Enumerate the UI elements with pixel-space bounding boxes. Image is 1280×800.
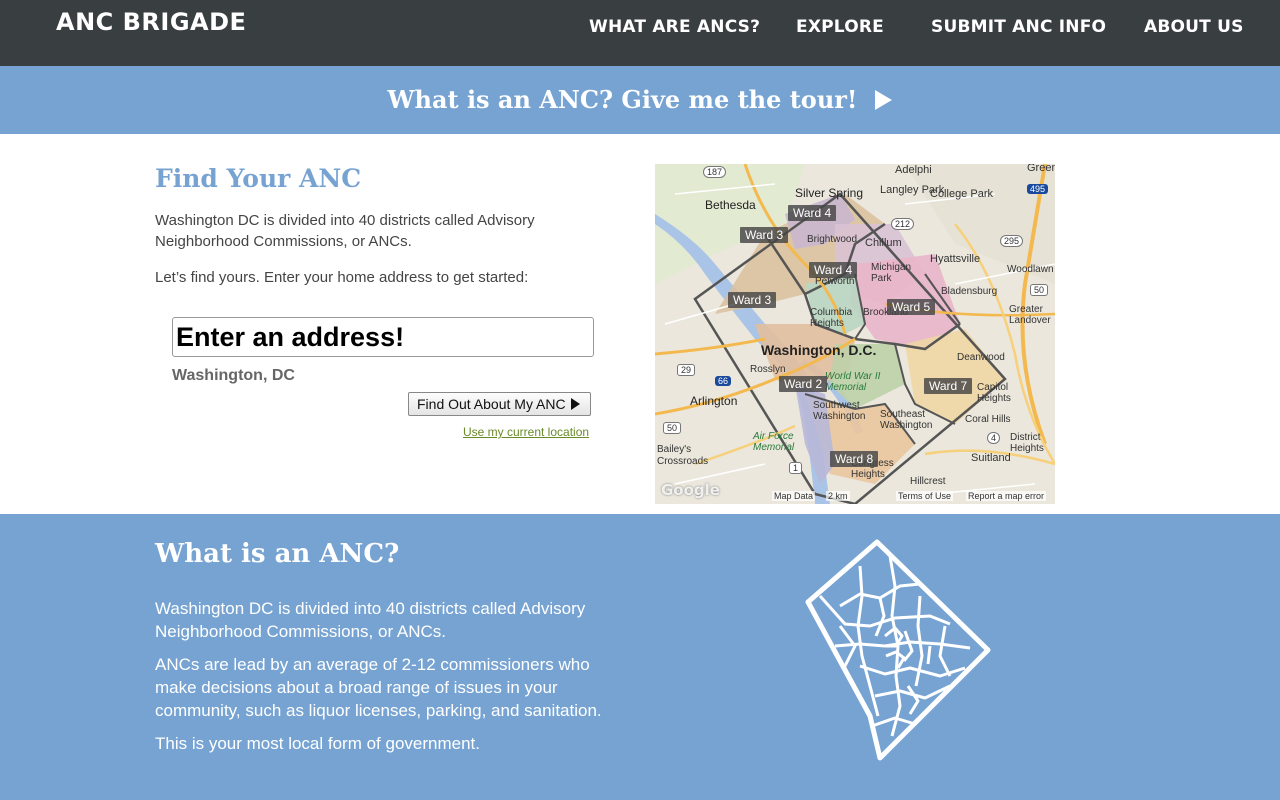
- map-place-label: Hillcrest: [910, 476, 946, 487]
- find-anc-button[interactable]: Find Out About My ANC: [408, 392, 591, 416]
- map-place-label: District Heights: [1010, 432, 1044, 454]
- nav-about-us[interactable]: ABOUT US: [1144, 17, 1244, 37]
- map-place-label: College Park: [930, 188, 993, 200]
- report-error-link[interactable]: Report a map error: [966, 491, 1047, 501]
- nav-what-are-ancs[interactable]: WHAT ARE ANCS?: [589, 17, 760, 37]
- highway-shield: 295: [1000, 235, 1024, 247]
- map-place-label: Rosslyn: [750, 364, 786, 375]
- dc-anc-map-icon: [805, 539, 991, 761]
- ward-label[interactable]: Ward 3: [740, 227, 789, 243]
- highway-shield: 50: [663, 422, 682, 434]
- highway-shield: 495: [1027, 184, 1049, 194]
- map-scale: 2 km: [826, 491, 850, 501]
- map-place-label: Hyattsville: [930, 253, 981, 265]
- highway-shield: 66: [715, 376, 732, 386]
- map-place-label: Bladensburg: [941, 286, 998, 297]
- ward-label[interactable]: Ward 8: [830, 451, 879, 467]
- what-paragraph: ANCs are lead by an average of 2-12 comm…: [155, 655, 602, 720]
- city-label: Washington, DC: [172, 367, 295, 384]
- map-place-label: World War II Memorial: [825, 371, 881, 393]
- what-title: What is an ANC?: [155, 539, 400, 569]
- map-place-label: Silver Spring: [795, 186, 864, 200]
- map-place-label: Southeast Washington: [880, 409, 933, 431]
- map-place-label: Coral Hills: [965, 414, 1011, 425]
- map-place-label: Capitol Heights: [977, 382, 1011, 404]
- use-current-location-link[interactable]: Use my current location: [463, 425, 589, 439]
- map-place-label: Greater Landover: [1009, 304, 1051, 326]
- ward-label[interactable]: Ward 4: [809, 262, 858, 278]
- map-place-label: Greenbelt: [1027, 164, 1055, 174]
- ward-label[interactable]: Ward 3: [728, 292, 777, 308]
- address-input[interactable]: [172, 317, 594, 357]
- play-icon: [570, 398, 580, 410]
- map-place-label: Columbia Heights: [810, 307, 853, 329]
- find-prompt: Let’s find yours. Enter your home addres…: [155, 269, 529, 286]
- map-place-label: Chillum: [865, 237, 902, 249]
- highway-shield: 4: [987, 432, 1001, 444]
- highway-shield: 50: [1030, 284, 1049, 296]
- google-logo: Google: [661, 481, 720, 499]
- tour-label: What is an ANC? Give me the tour!: [387, 85, 858, 114]
- map-place-label: Woodlawn: [1007, 264, 1054, 275]
- map-place-label: Air Force Memorial: [753, 431, 795, 453]
- map-place-label: Michigan Park: [871, 262, 912, 284]
- what-paragraph: This is your most local form of governme…: [155, 734, 481, 753]
- ward-label[interactable]: Ward 2: [779, 376, 828, 392]
- find-anc-button-label: Find Out About My ANC: [417, 396, 566, 412]
- nav-submit-anc-info[interactable]: SUBMIT ANC INFO: [931, 17, 1106, 37]
- what-paragraph: Washington DC is divided into 40 distric…: [155, 599, 586, 641]
- ward-label[interactable]: Ward 7: [924, 378, 973, 394]
- map-data-link[interactable]: Map Data: [772, 491, 816, 501]
- play-icon: [875, 90, 893, 110]
- terms-link[interactable]: Terms of Use: [896, 491, 954, 501]
- ward-label[interactable]: Ward 4: [788, 205, 837, 221]
- map-place-label: Adelphi: [895, 164, 932, 176]
- find-intro: Washington DC is divided into 40 distric…: [155, 212, 535, 250]
- map-place-label: Washington, D.C.: [761, 342, 877, 358]
- top-navbar: ANC BRIGADE WHAT ARE ANCS? EXPLORE SUBMI…: [0, 0, 1280, 66]
- highway-shield: 187: [703, 166, 727, 178]
- ward-label[interactable]: Ward 5: [887, 299, 936, 315]
- map-place-label: Suitland: [971, 452, 1011, 464]
- highway-shield: 212: [891, 218, 915, 230]
- ward-map[interactable]: Silver Spring Bethesda Adelphi Langley P…: [655, 164, 1055, 504]
- brand-logo[interactable]: ANC BRIGADE: [56, 8, 246, 36]
- tour-link[interactable]: What is an ANC? Give me the tour!: [0, 85, 1280, 114]
- highway-shield: 29: [677, 364, 696, 376]
- highway-shield: 1: [789, 462, 803, 474]
- nav-explore[interactable]: EXPLORE: [796, 17, 884, 37]
- map-place-label: Brightwood: [807, 234, 858, 245]
- map-place-label: Arlington: [690, 394, 738, 408]
- map-place-label: Bethesda: [705, 198, 756, 212]
- map-place-label: Southwest Washington: [813, 400, 866, 422]
- map-place-label: Deanwood: [957, 352, 1005, 363]
- find-title: Find Your ANC: [155, 164, 362, 193]
- map-place-label: Bailey's Crossroads: [657, 444, 709, 467]
- tour-banner: What is an ANC? Give me the tour!: [0, 66, 1280, 134]
